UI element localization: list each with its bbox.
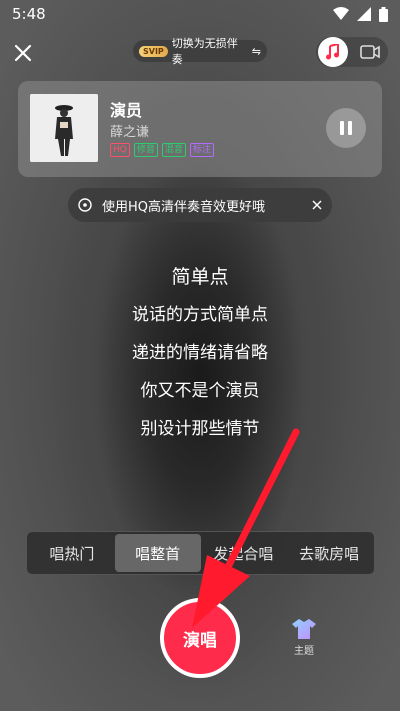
tag-tuning: 修音 <box>133 143 158 157</box>
tag-annotation: 标注 <box>189 143 214 157</box>
pause-button[interactable] <box>326 108 366 148</box>
switch-icon: ⇋ <box>251 44 261 58</box>
album-cover-figure <box>30 94 98 162</box>
lyrics-panel: 简单点 说话的方式简单点 递进的情绪请省略 你又不是个演员 别设计那些情节 <box>0 258 400 448</box>
pause-icon <box>340 121 352 135</box>
theme-button[interactable]: 主题 <box>287 618 321 657</box>
close-button[interactable] <box>10 40 36 66</box>
hq-tip-banner[interactable]: 使用HQ高清伴奏音效更好哦 <box>68 188 332 222</box>
hq-tip-text: 使用HQ高清伴奏音效更好哦 <box>102 199 266 215</box>
video-mode-button[interactable] <box>358 45 382 59</box>
status-icons <box>333 6 388 22</box>
close-icon[interactable] <box>312 200 322 210</box>
battery-icon <box>379 6 388 22</box>
song-title: 演员 <box>110 101 143 120</box>
song-artist: 薛之谦 <box>110 125 150 140</box>
switch-lossless-button[interactable]: SVIP 切换为无损伴奏 ⇋ <box>133 37 267 66</box>
switch-lossless-label: 切换为无损伴奏 <box>171 37 238 66</box>
sing-mode-tabs: 唱热门 唱整首 发起合唱 去歌房唱 <box>26 531 375 575</box>
theme-label: 主题 <box>294 646 314 657</box>
tab-start-chorus[interactable]: 发起合唱 <box>201 534 287 572</box>
tag-mixing: 混音 <box>161 143 186 157</box>
tab-go-room[interactable]: 去歌房唱 <box>286 534 372 572</box>
tab-sing-full[interactable]: 唱整首 <box>114 534 201 572</box>
status-time: 5:48 <box>12 5 46 23</box>
status-bar: 5:48 <box>0 0 400 28</box>
lyric-line: 你又不是个演员 <box>140 381 260 401</box>
wifi-icon <box>333 7 349 20</box>
tag-hq: HQ <box>110 143 130 157</box>
close-icon <box>14 44 32 62</box>
sing-button[interactable]: 演唱 <box>160 598 240 678</box>
video-camera-icon <box>360 45 380 59</box>
lyric-line: 别设计那些情节 <box>140 419 260 439</box>
album-art <box>30 94 98 162</box>
lyric-line: 递进的情绪请省略 <box>132 343 268 363</box>
target-icon <box>78 198 92 212</box>
svip-badge: SVIP <box>139 45 168 57</box>
shirt-icon <box>292 619 316 639</box>
now-playing-card: 演员 薛之谦 HQ 修音 混音 标注 <box>18 81 382 177</box>
audio-mode-button[interactable] <box>318 37 348 67</box>
lyric-line: 说话的方式简单点 <box>132 305 268 325</box>
music-note-icon <box>326 44 339 60</box>
tab-sing-hot[interactable]: 唱热门 <box>29 534 115 572</box>
lyric-line: 简单点 <box>171 266 229 288</box>
signal-icon <box>357 7 371 21</box>
audio-video-toggle[interactable] <box>316 37 388 67</box>
song-tags: HQ 修音 混音 标注 <box>110 143 214 157</box>
